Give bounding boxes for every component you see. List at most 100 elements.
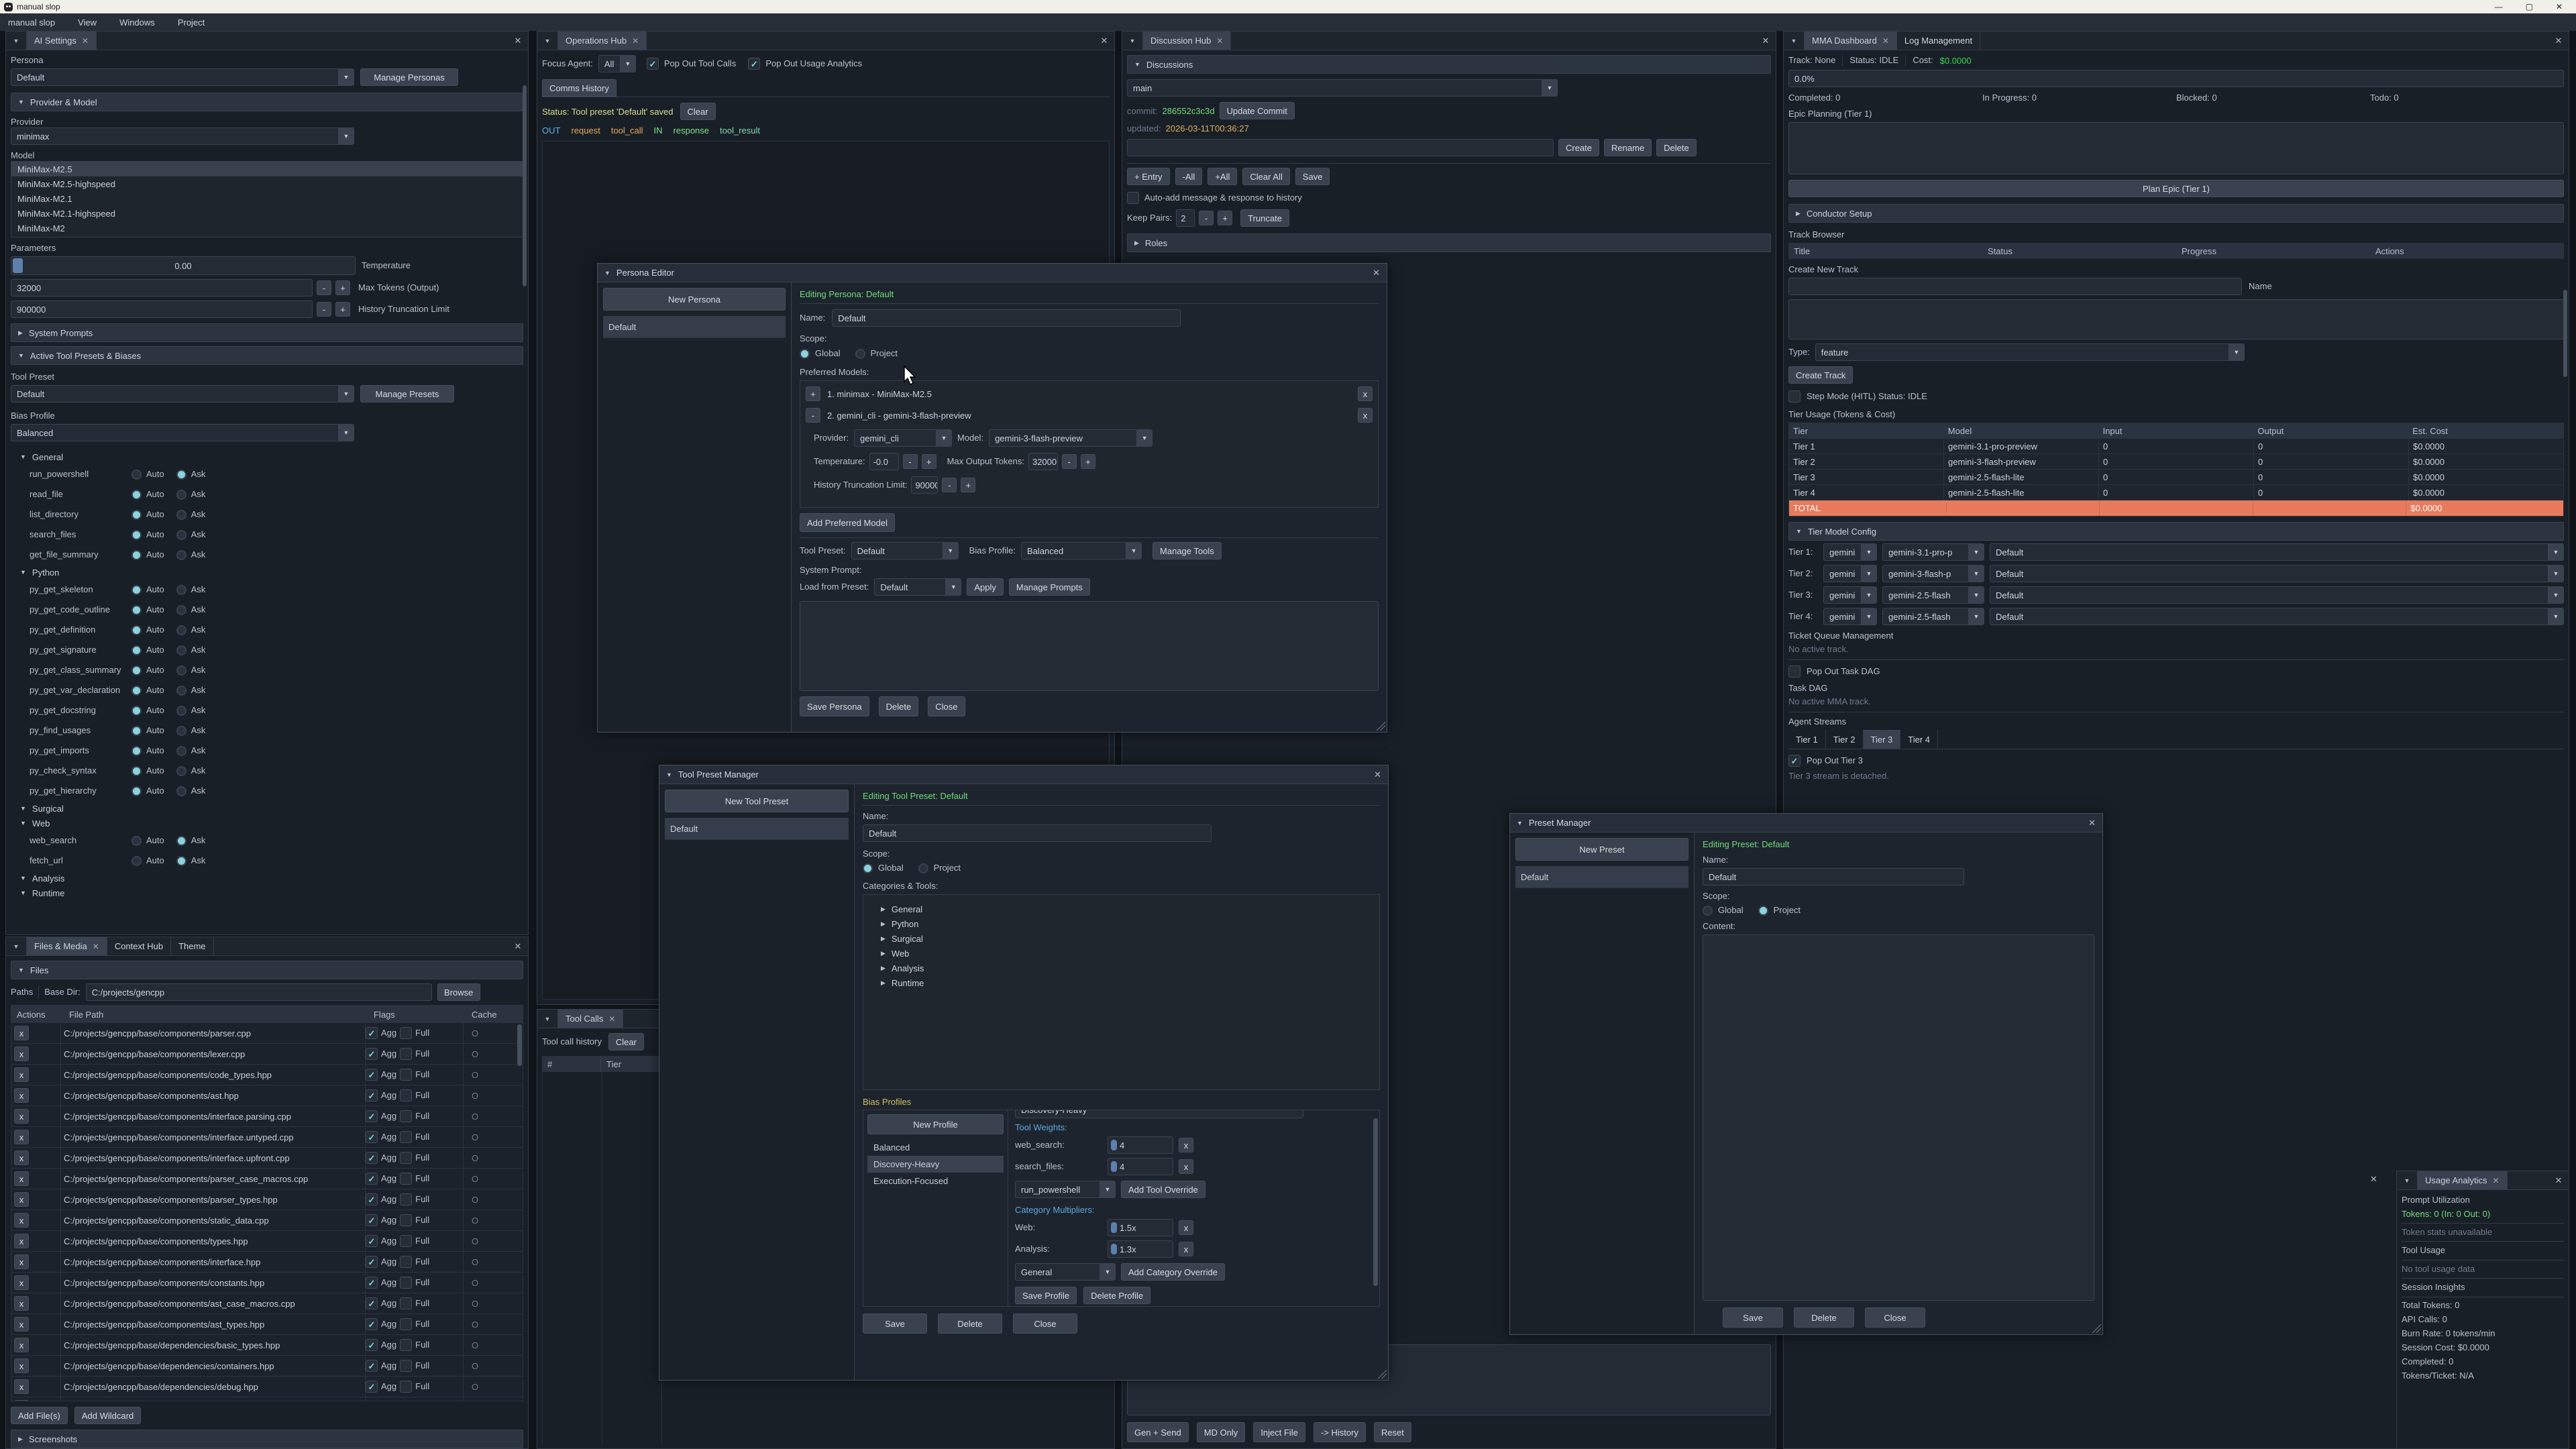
entry-button[interactable]: +All <box>1208 168 1237 185</box>
ask-radio[interactable] <box>176 550 186 560</box>
panel-close-icon[interactable]: ✕ <box>2548 32 2569 50</box>
tier-preset-select[interactable]: Default▼ <box>1990 586 2564 604</box>
full-checkbox[interactable]: ✓ <box>400 1069 412 1081</box>
agg-checkbox[interactable]: ✓ <box>366 1235 378 1247</box>
agg-checkbox[interactable]: ✓ <box>366 1173 378 1185</box>
remove-file-button[interactable]: x <box>14 1171 29 1186</box>
full-checkbox[interactable]: ✓ <box>400 1110 412 1122</box>
scope-project-radio[interactable] <box>918 863 928 873</box>
tab-close-icon[interactable]: ✕ <box>632 36 639 46</box>
ask-radio[interactable] <box>176 645 186 655</box>
full-checkbox[interactable]: ✓ <box>400 1339 412 1351</box>
temperature-input[interactable]: -0.0 <box>869 453 899 470</box>
remove-file-button[interactable]: x <box>14 1109 29 1124</box>
close-icon[interactable]: ✕ <box>2556 0 2563 13</box>
tool-preset-select[interactable]: Default▼ <box>11 385 354 402</box>
max-tokens-decrement-button[interactable]: - <box>317 280 331 295</box>
agg-checkbox[interactable]: ✓ <box>366 1110 378 1122</box>
model-list-item[interactable]: MiniMax-M2.1 <box>11 191 523 206</box>
provider-select[interactable]: minimax▼ <box>11 127 354 145</box>
remove-file-button[interactable]: x <box>14 1088 29 1103</box>
tool-group-header[interactable]: ▼ Analysis <box>11 871 523 885</box>
track-description-textarea[interactable] <box>1788 299 2564 339</box>
remove-file-button[interactable]: x <box>14 1234 29 1248</box>
agg-checkbox[interactable]: ✓ <box>366 1131 378 1143</box>
temp-increment-button[interactable]: + <box>922 454 936 469</box>
multiplier-slider[interactable]: 1.5x <box>1108 1219 1173 1236</box>
discussions-header[interactable]: ▼Discussions <box>1127 55 1771 74</box>
category-override-select[interactable]: General▼ <box>1015 1263 1116 1281</box>
tab-theme[interactable]: Theme <box>171 937 213 955</box>
auto-radio[interactable] <box>131 836 142 846</box>
auto-radio[interactable] <box>131 585 142 595</box>
tool-group-header[interactable]: ▼ General <box>11 449 523 464</box>
auto-radio[interactable] <box>131 726 142 736</box>
auto-radio[interactable] <box>131 665 142 676</box>
composer-button[interactable]: Gen + Send <box>1127 1422 1189 1442</box>
history-limit-input[interactable]: 900000 <box>11 301 313 318</box>
tier-model-select[interactable]: gemini-2.5-flash▼ <box>1882 608 1984 625</box>
full-checkbox[interactable]: ✓ <box>400 1318 412 1330</box>
full-checkbox[interactable]: ✓ <box>400 1048 412 1060</box>
full-checkbox[interactable]: ✓ <box>400 1360 412 1372</box>
ask-radio[interactable] <box>176 585 186 595</box>
remove-weight-button[interactable]: x <box>1179 1138 1193 1152</box>
category-tree-item[interactable]: ▶ Analysis <box>877 961 1366 975</box>
composer-button[interactable]: -> History <box>1313 1422 1366 1442</box>
move-down-button[interactable]: - <box>806 408 820 423</box>
auto-radio[interactable] <box>131 470 142 480</box>
persona-list-item[interactable]: Default <box>603 316 786 338</box>
add-preferred-model-button[interactable]: Add Preferred Model <box>800 513 895 532</box>
ask-radio[interactable] <box>176 706 186 716</box>
tool-group-header[interactable]: ▼ Runtime <box>11 885 523 900</box>
tool-group-header[interactable]: ▼ Python <box>11 565 523 580</box>
category-tree-item[interactable]: ▶ Web <box>877 946 1366 961</box>
new-profile-button[interactable]: New Profile <box>867 1114 1004 1134</box>
agg-checkbox[interactable]: ✓ <box>366 1027 378 1039</box>
ask-radio[interactable] <box>176 746 186 756</box>
stream-tab[interactable]: Tier 2 <box>1826 730 1864 749</box>
stream-tab[interactable]: Tier 4 <box>1900 730 1938 749</box>
close-button[interactable]: Close <box>1013 1313 1077 1334</box>
model-list-item[interactable]: MiniMax-M2.5-highspeed <box>11 176 523 191</box>
keep-pairs-decrement-button[interactable]: - <box>1199 211 1214 225</box>
ask-radio[interactable] <box>176 530 186 540</box>
minimize-icon[interactable]: — <box>2495 0 2503 13</box>
remove-file-button[interactable]: x <box>14 1067 29 1082</box>
full-checkbox[interactable]: ✓ <box>400 1381 412 1393</box>
discussion-name-input[interactable] <box>1127 139 1554 156</box>
tab-close-icon[interactable]: ✕ <box>1882 36 1889 46</box>
save-button[interactable]: Save <box>1723 1307 1783 1328</box>
auto-radio[interactable] <box>131 856 142 866</box>
slider-handle[interactable] <box>1111 1244 1117 1254</box>
create-track-button[interactable]: Create Track <box>1788 366 1853 384</box>
tab-usage-analytics[interactable]: Usage Analytics✕ <box>2418 1171 2508 1189</box>
max-tokens-input[interactable]: 32000 <box>11 279 313 297</box>
files-section-header[interactable]: ▼Files <box>11 961 523 979</box>
tier-model-select[interactable]: gemini-2.5-flash▼ <box>1882 586 1984 604</box>
provider-model-header[interactable]: ▼Provider & Model <box>11 93 523 111</box>
track-type-select[interactable]: feature▼ <box>1815 343 2245 361</box>
max-out-increment-button[interactable]: + <box>1081 454 1095 469</box>
pop-out-tool-calls-checkbox[interactable]: ✓ <box>647 58 659 70</box>
profile-list-item[interactable]: Execution-Focused <box>867 1173 1004 1189</box>
remove-multiplier-button[interactable]: x <box>1179 1242 1193 1256</box>
close-button[interactable]: Close <box>1865 1307 1925 1328</box>
track-name-input[interactable] <box>1788 278 2242 295</box>
active-tool-presets-header[interactable]: ▼Active Tool Presets & Biases <box>11 346 523 365</box>
weight-slider[interactable]: 4 <box>1108 1136 1173 1154</box>
new-tool-preset-button[interactable]: New Tool Preset <box>665 790 849 812</box>
pop-out-usage-checkbox[interactable]: ✓ <box>748 58 760 70</box>
dock-chevron-icon[interactable]: ▼ <box>537 32 558 50</box>
tab-close-icon[interactable]: ✕ <box>1216 36 1223 46</box>
full-checkbox[interactable]: ✓ <box>400 1277 412 1289</box>
remove-file-button[interactable]: x <box>14 1026 29 1040</box>
preset-manager-titlebar[interactable]: ▼ Preset Manager ✕ <box>1510 814 2102 833</box>
composer-button[interactable]: Inject File <box>1253 1422 1305 1442</box>
auto-radio[interactable] <box>131 786 142 796</box>
delete-persona-button[interactable]: Delete <box>879 696 919 716</box>
auto-radio[interactable] <box>131 490 142 500</box>
scrollbar-thumb[interactable] <box>1373 1118 1378 1286</box>
entry-button[interactable]: + Entry <box>1127 168 1170 185</box>
ask-radio[interactable] <box>176 856 186 866</box>
